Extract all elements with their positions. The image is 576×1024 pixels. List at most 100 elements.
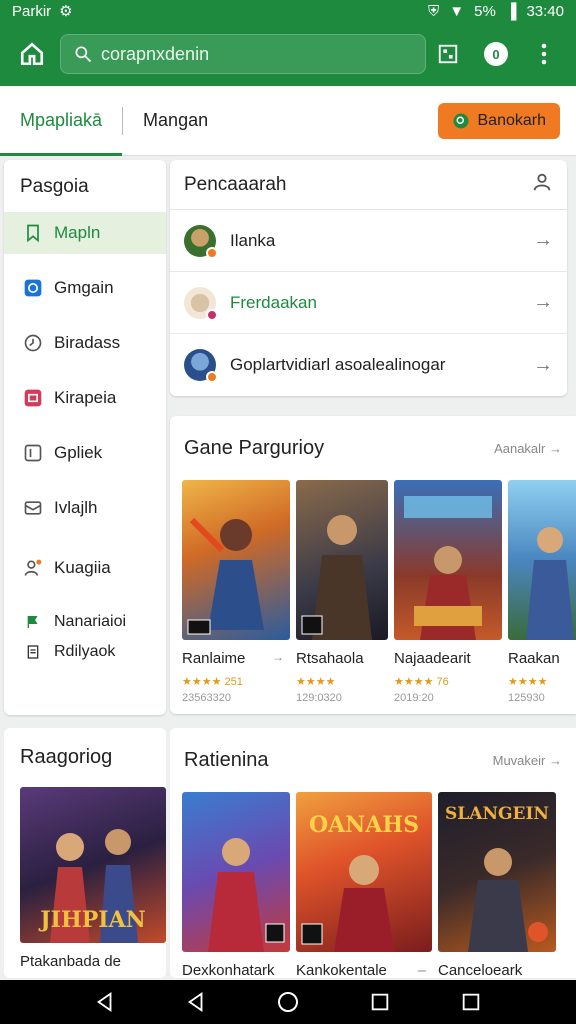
game-art bbox=[182, 792, 290, 952]
status-carrier: Parkir bbox=[12, 2, 52, 20]
game-name-row: Ranlaime → bbox=[182, 650, 290, 667]
person-icon bbox=[22, 557, 44, 579]
character-art bbox=[404, 496, 492, 640]
game-name: Rtsahaola bbox=[296, 650, 364, 667]
game-downloads: 23563320 bbox=[182, 692, 231, 704]
sidebar-item-6[interactable]: Kuagiia bbox=[4, 547, 166, 589]
more-button[interactable] bbox=[524, 34, 564, 74]
notifications-button[interactable]: 0 bbox=[476, 34, 516, 74]
game-card[interactable]: Najaadearit ★★★★ 76 2019:20 bbox=[394, 480, 502, 704]
avatar bbox=[184, 349, 218, 383]
sidebar-footer-item-0[interactable]: Nanariaioi bbox=[4, 607, 166, 637]
back-icon-alt[interactable] bbox=[185, 991, 207, 1013]
recents-icon[interactable] bbox=[369, 991, 391, 1013]
game-rating: ★★★★ 251 bbox=[182, 676, 243, 688]
game-card[interactable]: OANAHS Kankokentale – bbox=[296, 792, 432, 978]
arrow-right-icon: → bbox=[533, 353, 553, 376]
avatar bbox=[184, 286, 218, 321]
home-circle-icon[interactable] bbox=[276, 990, 300, 1014]
game-downloads: 125930 bbox=[508, 692, 545, 704]
clock-icon bbox=[22, 332, 44, 354]
game-name-row: Raakan bbox=[508, 650, 576, 667]
square-outline-icon bbox=[22, 442, 44, 464]
list-item-label: Goplartvidiarl asoalealinogar bbox=[230, 355, 446, 374]
game-rating: ★★★★ bbox=[508, 676, 548, 688]
game-name-row: Dexkonhatark bbox=[182, 962, 290, 978]
character-art bbox=[301, 515, 372, 640]
games-section-header: Gane Pargurioy Aanakalr → bbox=[170, 416, 576, 480]
qr-button[interactable] bbox=[428, 34, 468, 74]
list-item[interactable]: Frerdaakan → bbox=[170, 272, 567, 334]
tab-secondary[interactable]: Mangan bbox=[123, 86, 228, 156]
sidebar-item-label: Biradass bbox=[54, 333, 121, 352]
status-bar: Parkir ⚙ ⛨ ▼ 5% ▐ 33:40 bbox=[0, 0, 576, 22]
home-icon bbox=[20, 42, 44, 66]
featured-art[interactable]: JIHPIAN bbox=[20, 787, 166, 943]
sidebar-title: Pasgoia bbox=[20, 176, 89, 197]
primary-action-label: Banokarh bbox=[477, 111, 547, 129]
wifi-icon: ▼ bbox=[449, 2, 465, 20]
list-item[interactable]: Ilanka → bbox=[170, 210, 567, 272]
list-card-header: Pencaaarah bbox=[170, 160, 567, 210]
game-name-row: Canceloeark bbox=[438, 962, 556, 978]
ranking-section: Ratienina Muvakeir → Dexkonhatark OANAHS… bbox=[170, 728, 576, 978]
game-name: Ranlaime bbox=[182, 650, 246, 667]
sidebar-item-5[interactable]: Ivlajlh bbox=[4, 487, 166, 529]
games-section: Gane Pargurioy Aanakalr → Ranlaime → ★★★★… bbox=[170, 416, 576, 714]
list-card: Pencaaarah Ilanka → Frerdaakan → Goplart… bbox=[170, 160, 567, 396]
game-art bbox=[508, 480, 576, 640]
see-more-link[interactable]: Muvakeir → bbox=[493, 753, 562, 768]
primary-action-button[interactable]: Banokarh bbox=[437, 102, 560, 139]
ranking-title: Ratienina bbox=[184, 748, 269, 771]
game-name: Raakan bbox=[508, 650, 560, 667]
home-button[interactable] bbox=[12, 34, 52, 74]
search-badge-icon bbox=[453, 113, 468, 128]
user-icon[interactable] bbox=[531, 171, 553, 199]
clock: 33:40 bbox=[526, 2, 564, 20]
list-item[interactable]: Goplartvidiarl asoalealinogar → bbox=[170, 334, 567, 396]
blue-square-icon bbox=[22, 277, 44, 299]
signal-icon: ▐ bbox=[505, 2, 517, 20]
game-name-row: Najaadearit bbox=[394, 650, 502, 667]
list-item-label: Frerdaakan bbox=[230, 292, 317, 312]
tab-primary[interactable]: Mpapliakā bbox=[0, 86, 123, 156]
avatar bbox=[184, 224, 218, 259]
search-text: corapnxdenin bbox=[101, 43, 210, 64]
battery-level: 5% bbox=[474, 2, 496, 20]
recents-icon-alt[interactable] bbox=[460, 991, 482, 1013]
sidebar-item-label: Gmgain bbox=[54, 278, 114, 297]
game-card[interactable]: SLANGEIN Canceloeark bbox=[438, 792, 556, 978]
game-card[interactable]: Rtsahaola ★★★★ 129:0320 bbox=[296, 480, 388, 704]
see-more-link[interactable]: Aanakalr → bbox=[494, 441, 562, 456]
qr-icon bbox=[438, 44, 458, 64]
sidebar-item-1[interactable]: Gmgain bbox=[4, 267, 166, 309]
back-icon[interactable] bbox=[94, 991, 116, 1013]
featured-art-title: JIHPIAN bbox=[40, 907, 146, 933]
doc-icon bbox=[22, 641, 44, 663]
game-art bbox=[394, 480, 502, 640]
game-card[interactable]: Raakan ★★★★ 125930 bbox=[508, 480, 576, 704]
arrow-right-icon: → bbox=[272, 650, 284, 664]
arrow-right-icon: → bbox=[533, 291, 553, 313]
sidebar-item-4[interactable]: Gpliek bbox=[4, 432, 166, 474]
search-input[interactable]: corapnxdenin bbox=[60, 34, 426, 74]
ranking-header: Ratienina Muvakeir → bbox=[170, 728, 576, 792]
game-name: Kankokentale bbox=[296, 962, 387, 978]
sidebar-item-label: Mapln bbox=[54, 223, 101, 242]
character-art bbox=[208, 838, 285, 952]
game-name: Najaadearit bbox=[394, 650, 471, 667]
red-app-icon bbox=[22, 387, 44, 409]
app-bar: corapnxdenin 0 bbox=[0, 22, 576, 86]
sidebar-footer-item-1[interactable]: Rdilyaok bbox=[4, 637, 166, 667]
dash-icon: – bbox=[417, 962, 426, 978]
games-section-title: Gane Pargurioy bbox=[184, 436, 325, 459]
sidebar-item-label: Kirapeia bbox=[54, 388, 117, 407]
game-card[interactable]: Dexkonhatark bbox=[182, 792, 290, 978]
game-card[interactable]: Ranlaime → ★★★★ 251 23563320 bbox=[182, 480, 290, 704]
sidebar-item-3[interactable]: Kirapeia bbox=[4, 377, 166, 419]
sidebar-item-0[interactable]: Mapln bbox=[4, 212, 166, 254]
sidebar-item-label: Gpliek bbox=[54, 443, 103, 462]
character-art bbox=[187, 517, 264, 635]
sidebar-item-2[interactable]: Biradass bbox=[4, 322, 166, 364]
game-art bbox=[296, 480, 388, 640]
